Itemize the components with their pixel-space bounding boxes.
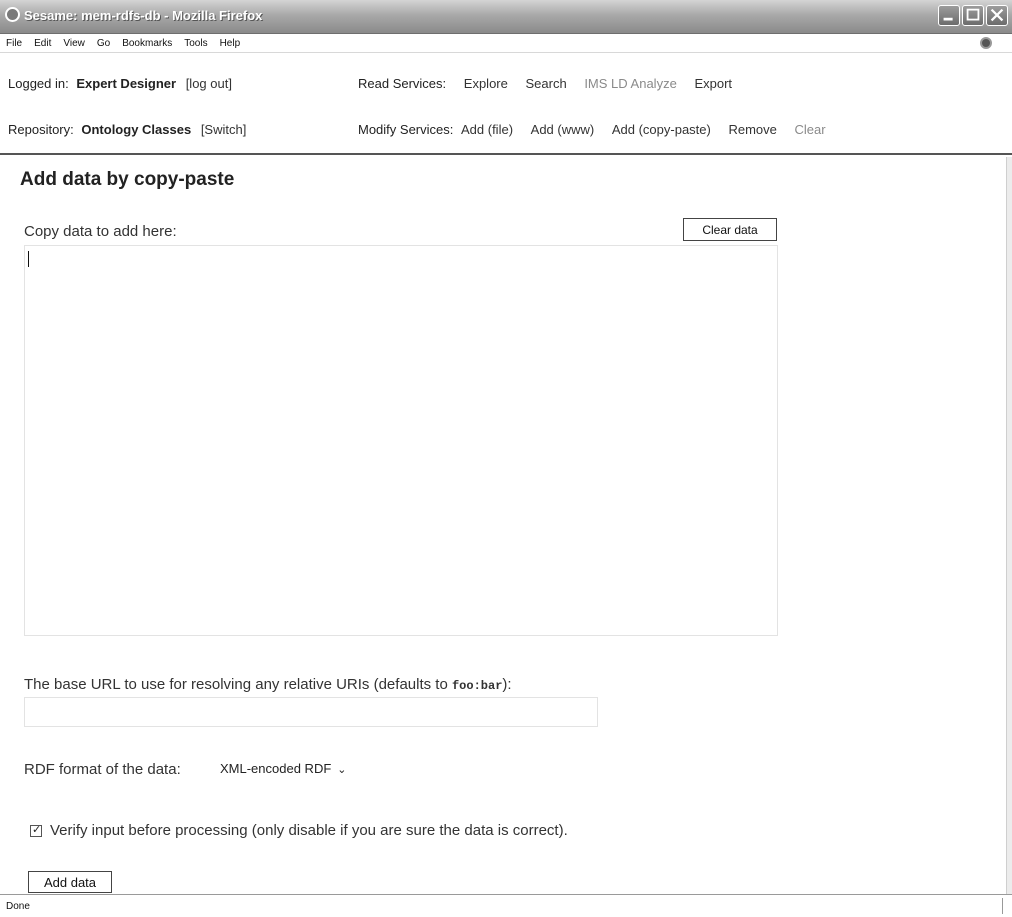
repository-label: Repository: bbox=[8, 122, 74, 137]
base-url-label-prefix: The base URL to use for resolving any re… bbox=[24, 676, 452, 693]
add-copy-paste-link[interactable]: Add (copy-paste) bbox=[612, 122, 711, 137]
menu-bookmarks[interactable]: Bookmarks bbox=[122, 38, 172, 49]
rdf-data-textarea[interactable] bbox=[24, 245, 778, 636]
explore-link[interactable]: Explore bbox=[464, 76, 508, 91]
remove-link[interactable]: Remove bbox=[728, 122, 776, 137]
read-services-label: Read Services: bbox=[358, 76, 447, 91]
page-title: Add data by copy-paste bbox=[20, 169, 235, 190]
add-file-link[interactable]: Add (file) bbox=[461, 122, 513, 137]
sesame-header: Logged in: Expert Designer [log out] Rep… bbox=[0, 54, 1012, 155]
user-name: Expert Designer bbox=[76, 76, 177, 91]
rdf-format-label: RDF format of the data: bbox=[24, 761, 181, 778]
vertical-scrollbar[interactable] bbox=[1006, 157, 1012, 894]
modify-services-label: Modify Services: bbox=[358, 122, 454, 137]
menu-edit[interactable]: Edit bbox=[34, 38, 51, 49]
base-url-default: foo:bar bbox=[451, 679, 503, 693]
maximize-icon bbox=[966, 8, 980, 21]
verify-input-checkbox[interactable]: ✓ bbox=[30, 823, 42, 837]
base-url-label: The base URL to use for resolving any re… bbox=[24, 676, 512, 693]
minimize-button[interactable] bbox=[938, 5, 960, 26]
menu-help[interactable]: Help bbox=[220, 38, 241, 49]
login-info: Logged in: Expert Designer [log out] bbox=[8, 76, 232, 96]
verify-input-option: ✓ Verify input before processing (only d… bbox=[30, 822, 568, 839]
status-panel bbox=[1002, 898, 1004, 914]
menu-bar: File Edit View Go Bookmarks Tools Help bbox=[0, 34, 1012, 53]
read-services: Read Services: Explore Search IMS LD Ana… bbox=[358, 76, 732, 96]
chevron-down-icon: ⌄ bbox=[337, 764, 347, 776]
verify-input-label: Verify input before processing (only dis… bbox=[50, 822, 568, 839]
text-caret bbox=[28, 251, 29, 267]
search-link[interactable]: Search bbox=[525, 76, 566, 91]
menu-go[interactable]: Go bbox=[97, 38, 110, 49]
throbber-icon bbox=[980, 37, 992, 49]
repository-name: Ontology Classes bbox=[81, 122, 192, 137]
main-content: Add data by copy-paste Copy data to add … bbox=[0, 157, 1006, 894]
menu-tools[interactable]: Tools bbox=[184, 38, 207, 49]
rdf-format-select[interactable]: XML-encoded RDF ⌄ bbox=[220, 761, 347, 776]
add-www-link[interactable]: Add (www) bbox=[531, 122, 595, 137]
status-text: Done bbox=[6, 901, 30, 912]
window-titlebar: Sesame: mem-rdfs-db - Mozilla Firefox bbox=[0, 0, 1012, 34]
menu-file[interactable]: File bbox=[6, 38, 22, 49]
ims-ld-analyze-link[interactable]: IMS LD Analyze bbox=[584, 76, 677, 91]
rdf-format-selected: XML-encoded RDF bbox=[220, 761, 332, 776]
checkbox-checked-icon: ✓ bbox=[32, 823, 42, 836]
add-data-button[interactable]: Add data bbox=[28, 871, 112, 893]
modify-services: Modify Services: Add (file) Add (www) Ad… bbox=[358, 122, 826, 142]
export-link[interactable]: Export bbox=[694, 76, 732, 91]
close-button[interactable] bbox=[986, 5, 1008, 26]
base-url-label-suffix: ): bbox=[502, 676, 512, 693]
close-icon bbox=[990, 8, 1004, 22]
copy-data-label: Copy data to add here: bbox=[24, 223, 177, 240]
logout-link[interactable]: [log out] bbox=[186, 76, 232, 91]
clear-data-button[interactable]: Clear data bbox=[683, 218, 777, 241]
clear-link[interactable]: Clear bbox=[795, 122, 826, 137]
maximize-button[interactable] bbox=[962, 5, 984, 26]
repository-info: Repository: Ontology Classes [Switch] bbox=[8, 122, 246, 142]
window-title: Sesame: mem-rdfs-db - Mozilla Firefox bbox=[24, 8, 263, 23]
firefox-icon bbox=[5, 7, 20, 22]
minimize-icon bbox=[943, 17, 953, 21]
window-controls bbox=[938, 5, 1008, 26]
status-bar: Done bbox=[0, 894, 1012, 917]
logged-in-label: Logged in: bbox=[8, 76, 69, 91]
base-url-input[interactable] bbox=[24, 697, 598, 727]
switch-repository-link[interactable]: [Switch] bbox=[201, 122, 247, 137]
menu-view[interactable]: View bbox=[63, 38, 85, 49]
